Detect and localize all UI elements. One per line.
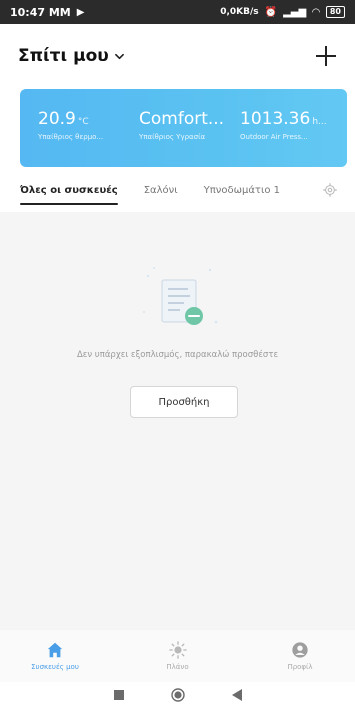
nav-label: Προφίλ (287, 663, 313, 671)
tab-all-devices[interactable]: Όλες οι συσκευές (20, 185, 118, 205)
metric-label: Υπαίθριος Υγρασία (139, 133, 206, 141)
nav-profile[interactable]: Προφίλ (265, 630, 335, 682)
empty-state-message: Δεν υπάρχει εξοπλισμός, παρακαλώ προσθέσ… (76, 350, 279, 360)
sun-icon (168, 641, 187, 659)
empty-document-icon (143, 267, 218, 325)
gear-icon[interactable] (323, 183, 337, 197)
home-selector[interactable]: Σπίτι μου (18, 46, 124, 66)
home-icon (47, 642, 63, 658)
metric-temperature: 20.9 °C Υπαίθριος θερμο... (38, 109, 139, 167)
cast-icon: ▶ (76, 6, 85, 18)
status-time: 10:47 MM (10, 5, 71, 19)
wifi-icon: ◠ (312, 6, 320, 18)
nav-plan[interactable]: Πλάνο (143, 630, 213, 682)
nav-my-devices[interactable]: Συσκευές μου (20, 630, 90, 682)
recent-apps-icon[interactable] (113, 690, 124, 700)
weather-card[interactable]: 20.9 °C Υπαίθριος θερμο... Comfort... Υπα… (20, 89, 347, 167)
home-button-icon[interactable] (170, 688, 185, 702)
add-device-button[interactable]: Προσθήκη (130, 386, 238, 418)
add-icon[interactable] (315, 45, 337, 67)
metric-value: Comfort... (139, 109, 225, 129)
header: Σπίτι μου (0, 24, 355, 88)
nav-label: Πλάνο (166, 663, 189, 671)
metric-label: Υπαίθριος θερμο... (38, 133, 104, 141)
alarm-icon: ⏰ (264, 6, 278, 18)
network-speed: 0,0KB/s (220, 7, 259, 17)
tab-living-room[interactable]: Σαλόνι (144, 185, 178, 196)
profile-icon (292, 642, 308, 658)
metric-pressure: 1013.36 h... Outdoor Air Press... (240, 109, 341, 167)
metric-humidity: Comfort... Υπαίθριος Υγρασία (139, 109, 240, 167)
status-left: 10:47 MM ▶ (10, 6, 84, 19)
home-name: Σπίτι μου (18, 46, 109, 66)
status-right: 0,0KB/s ⏰ ▂▄▆ ◠ 80 (220, 6, 345, 18)
signal-icon: ▂▄▆ (283, 6, 307, 18)
metric-label: Outdoor Air Press... (240, 133, 308, 141)
bottom-navigation: Συσκευές μου Πλάνο Προφίλ (0, 630, 355, 682)
chevron-down-icon (114, 53, 124, 59)
metric-value: 1013.36 (240, 109, 311, 129)
system-navigation-bar (0, 682, 355, 708)
nav-label: Συσκευές μου (31, 663, 79, 671)
battery-icon: 80 (325, 6, 345, 18)
metric-unit: h... (312, 117, 327, 127)
metric-value: 20.9 (38, 109, 76, 129)
back-icon[interactable] (231, 689, 242, 701)
tab-bedroom-1[interactable]: Υπνοδωμάτιο 1 (204, 185, 280, 196)
room-tabs: Όλες οι συσκευές Σαλόνι Υπνοδωμάτιο 1 (0, 168, 355, 212)
metric-unit: °C (77, 117, 89, 127)
status-bar: 10:47 MM ▶ 0,0KB/s ⏰ ▂▄▆ ◠ 80 (0, 0, 355, 24)
